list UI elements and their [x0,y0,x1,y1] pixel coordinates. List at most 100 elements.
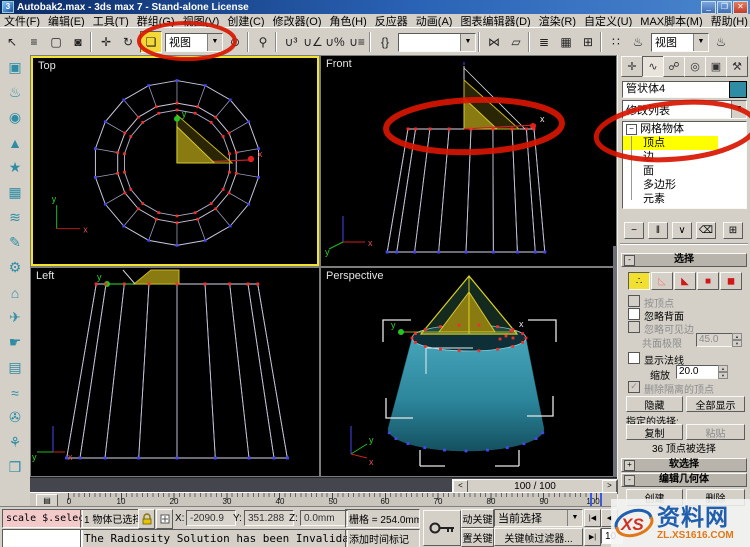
rollout-edit-geometry-header[interactable]: - 编辑几何体 [621,473,747,487]
hand-icon[interactable]: ☛ [3,330,27,355]
gear-icon[interactable]: ⚙ [3,255,27,280]
geometry-cubes-icon[interactable]: ▣ [3,55,27,80]
object-name-field[interactable]: 管状体4 [622,81,731,98]
crate-icon[interactable]: ❒ [3,455,27,480]
render-type-dropdown[interactable]: 视图 ▼ [651,32,709,52]
make-unique-button[interactable]: ∨ [672,222,692,239]
viewport-perspective[interactable]: y x y x Perspective [321,268,616,476]
key-selection-dropdown[interactable]: 当前选择 ▼ [494,509,583,527]
viewport-left-label[interactable]: Left [36,270,54,282]
pin-stack-button[interactable]: − [624,222,644,239]
door-icon[interactable]: ▤ [3,355,27,380]
angle-snap-icon[interactable]: ∪∠ [303,32,323,52]
align-icon[interactable]: ▱ [506,32,526,52]
use-pivot-center-icon[interactable]: ⊙ [225,32,245,52]
stack-item-vertex[interactable]: 顶点 [623,136,718,150]
planar-threshold-field[interactable]: 45.0 [696,333,734,347]
edit-named-selections-icon[interactable]: {} [375,32,395,52]
next-key-icon[interactable]: ▶| [584,528,601,546]
tab-motion[interactable]: ◎ [684,56,706,77]
configure-modifier-sets-button[interactable]: ⊞ [723,222,743,239]
named-selection-dropdown[interactable]: ▼ [398,32,476,52]
hide-button[interactable]: 隐藏 [626,396,683,412]
curve-editor-icon[interactable]: ▦ [556,32,576,52]
compound-objects-icon[interactable]: ▦ [3,180,27,205]
snap-toggle-icon[interactable]: ∪³ [281,32,301,52]
plane-icon[interactable]: ✈ [3,305,27,330]
house-icon[interactable]: ⌂ [3,280,27,305]
modifier-list-dropdown[interactable]: 修改列表 ▼ [622,100,747,119]
show-normals-checkbox[interactable] [628,352,640,364]
spinner-snap-icon[interactable]: ∪≡ [347,32,367,52]
set-key-mode-button[interactable]: 设置关键帧 [461,528,494,547]
stack-item-polygon[interactable]: 多边形 [623,178,746,192]
set-key-icon[interactable] [423,510,461,546]
teapot-icon[interactable]: ♨ [3,80,27,105]
selection-region-icon[interactable]: ▢ [46,32,66,52]
tab-utilities[interactable]: ⚒ [726,56,748,77]
stack-item-edge[interactable]: 边 [623,150,746,164]
scale-icon[interactable]: ❏ [140,31,162,53]
select-by-name-icon[interactable]: ≡ [24,32,44,52]
subobject-vertex-icon[interactable]: ∴ [628,272,650,290]
maxscript-listener-white[interactable] [2,529,83,547]
character-icon[interactable]: ⚘ [3,430,27,455]
collapse-box-icon[interactable]: − [626,124,637,135]
key-filters-button[interactable]: 关键帧过滤器... [494,528,583,546]
tab-display[interactable]: ▣ [705,56,727,77]
waves-icon[interactable]: ≈ [3,380,27,405]
tab-hierarchy[interactable]: ☍ [663,56,685,77]
absolute-offset-toggle-icon[interactable] [156,509,173,529]
by-vertex-checkbox[interactable] [628,295,640,307]
percent-snap-icon[interactable]: ∪% [325,32,345,52]
y-coordinate-field[interactable]: 351.288 [244,510,294,526]
rollout-soft-selection-header[interactable]: + 软选择 [621,458,747,472]
subobject-element-icon[interactable]: ◼ [720,272,742,290]
stack-item-face[interactable]: 面 [623,164,746,178]
expand-icon[interactable]: + [624,460,635,471]
stack-root-item[interactable]: − 网格物体 [623,122,746,136]
select-object-icon[interactable]: ↖ [2,32,22,52]
material-editor-icon[interactable]: ∷ [606,32,626,52]
add-time-tag[interactable]: 添加时间标记 [345,529,420,547]
remove-modifier-button[interactable]: ⌫ [696,222,716,239]
subobject-polygon-icon[interactable]: ■ [697,272,719,290]
viewport-left[interactable]: y y x Left [31,268,319,476]
reference-coordinate-dropdown[interactable]: 视图 ▼ [165,32,223,52]
quick-render-icon[interactable]: ♨ [711,32,731,52]
rope-icon[interactable]: ✇ [3,405,27,430]
viewport-top-label[interactable]: Top [38,60,56,72]
star-icon[interactable]: ★ [3,155,27,180]
select-manipulate-icon[interactable]: ⚲ [253,32,273,52]
auto-key-button[interactable]: 自动关键帧 [461,509,494,528]
delete-isolated-vertices-checkbox[interactable]: ✓ [628,381,640,393]
collapse-icon[interactable]: - [624,475,635,486]
mirror-icon[interactable]: ⋈ [484,32,504,52]
layer-manager-icon[interactable]: ≣ [534,32,554,52]
object-color-swatch[interactable] [729,81,747,98]
maxscript-listener-pink[interactable]: scale $.selec [2,509,83,528]
stack-item-element[interactable]: 元素 [623,192,746,206]
tab-create[interactable]: ✛ [621,56,643,77]
window-crossing-icon[interactable]: ◙ [68,32,88,52]
viewport-front[interactable]: x y x Front [321,56,616,266]
z-coordinate-field[interactable]: 0.0mm [300,510,348,526]
planar-threshold-spinner[interactable]: ▲ ▼ [732,333,742,347]
x-coordinate-field[interactable]: -2090.9 [186,510,236,526]
show-end-result-button[interactable]: ‖ [648,222,668,239]
time-slider[interactable]: < 100 / 100 > [30,477,618,494]
viewport-front-label[interactable]: Front [326,58,352,70]
cone-icon[interactable]: ▲ [3,130,27,155]
track-bar[interactable]: ▤ 0 10 20 30 40 50 60 70 80 90 100 [30,492,617,507]
normals-scale-spinner[interactable]: ▲ ▼ [718,365,728,379]
schematic-view-icon[interactable]: ⊞ [578,32,598,52]
previous-key-icon[interactable]: |◀ [584,509,601,527]
rotate-icon[interactable]: ↻ [118,32,138,52]
spring-icon[interactable]: ≋ [3,205,27,230]
ignore-visible-edges-checkbox[interactable] [628,321,640,333]
unhide-all-button[interactable]: 全部显示 [686,396,745,412]
render-scene-icon[interactable]: ♨ [628,32,648,52]
rollout-selection-header[interactable]: - 选择 [621,253,747,267]
collapse-icon[interactable]: - [624,255,635,266]
current-frame-marker[interactable] [590,493,602,507]
